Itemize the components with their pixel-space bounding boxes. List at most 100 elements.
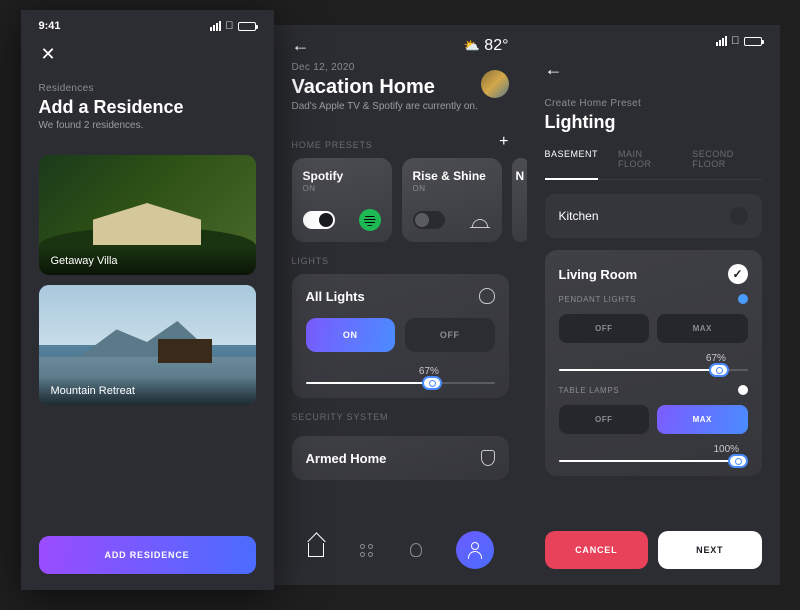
residence-label: Getaway Villa [39,247,256,275]
lights-card: All Lights ON OFF 67% [292,274,509,398]
nav-lights[interactable] [406,540,426,560]
status-icons: 􀙇 [716,35,761,47]
signal-icon [716,36,727,46]
slider-thumb[interactable] [728,454,748,468]
pendant-max-button[interactable]: MAX [657,314,748,343]
cancel-button[interactable]: CANCEL [545,531,649,569]
section-presets-label: HOME PRESETS [292,140,373,150]
lamps-off-button[interactable]: OFF [559,405,650,434]
lights-off-button[interactable]: OFF [405,318,495,352]
battery-icon [238,22,256,31]
next-button[interactable]: NEXT [658,531,762,569]
back-icon[interactable]: ← [545,59,762,80]
residence-card-2[interactable]: Mountain Retreat [39,285,256,405]
wifi-icon: 􀙇 [731,35,739,47]
color-dot-icon[interactable] [738,294,748,304]
toggle-rise-shine[interactable] [413,211,445,229]
subtitle: We found 2 residences. [39,120,256,131]
preset-row: Spotify ON Rise & Shine ON N [292,158,509,242]
lights-segment: ON OFF [306,318,495,352]
pendant-slider[interactable]: 67% [559,357,748,371]
section-lights-label: LIGHTS [292,256,509,266]
close-icon[interactable]: ✕ [39,44,256,65]
nav-user[interactable] [456,531,494,569]
status-bar: 9:41 􀙇 [21,10,274,38]
residence-label: Mountain Retreat [39,377,256,405]
preset-title: Spotify [303,169,381,183]
status-icons: 􀙇 [210,20,255,32]
spotify-icon [359,209,381,231]
date: Dec 12, 2020 [292,62,478,73]
lamps-max-button[interactable]: MAX [657,405,748,434]
avatar[interactable] [481,70,509,98]
header: ✕ Residences Add a Residence We found 2 … [21,38,274,145]
wifi-icon: 􀙇 [225,20,233,32]
content: Getaway Villa Mountain Retreat [21,145,274,536]
page-title: Vacation Home [292,76,478,99]
overline: Residences [39,83,256,94]
security-title: Armed Home [306,451,387,466]
overline: Create Home Preset [545,98,762,109]
subtitle: Dad's Apple TV & Spotify are currently o… [292,101,478,112]
section-security-label: SECURITY SYSTEM [292,412,509,422]
nav-home[interactable] [306,540,326,560]
preset-status: ON [413,184,491,193]
preset-status: ON [303,184,381,193]
preset-spotify[interactable]: Spotify ON [292,158,392,242]
preset-title: Rise & Shine [413,169,491,183]
preset-title: N [516,169,526,183]
temperature: 82° [484,37,508,54]
weather-icon: ⛅ [464,38,480,53]
color-dot-icon[interactable] [738,385,748,395]
room-toggle-icon [730,207,748,225]
shield-icon [481,450,495,466]
status-time: 9:41 [39,20,61,32]
residence-card-1[interactable]: Getaway Villa [39,155,256,275]
add-preset-icon[interactable]: + [499,133,508,151]
pendant-off-button[interactable]: OFF [559,314,650,343]
status-bar: 􀙇 [527,25,780,53]
tab-second-floor[interactable]: SECOND FLOOR [692,149,761,179]
page-title: Lighting [545,112,762,133]
slider-thumb[interactable] [422,376,442,390]
light-label: TABLE LAMPS [559,386,620,395]
slider-thumb[interactable] [709,363,729,377]
nav-grid[interactable] [356,540,376,560]
page-title: Add a Residence [39,97,256,118]
toggle-spotify[interactable] [303,211,335,229]
brightness-slider[interactable]: 67% [306,370,495,384]
floor-tabs: BASEMENT MAIN FLOOR SECOND FLOOR [545,149,762,180]
action-buttons: CANCEL NEXT [527,531,780,585]
bulb-icon [479,288,495,304]
lights-on-button[interactable]: ON [306,318,396,352]
add-residence-button[interactable]: ADD RESIDENCE [39,536,256,574]
screen-vacation-home: ← ⛅ 82° Dec 12, 2020 Vacation Home Dad's… [274,25,527,585]
screen-add-residence: 9:41 􀙇 ✕ Residences Add a Residence We f… [21,10,274,590]
header: ← Create Home Preset Lighting [527,53,780,149]
sunrise-icon [469,209,491,231]
bottom-nav [274,517,527,585]
room-kitchen[interactable]: Kitchen [545,194,762,238]
check-icon[interactable] [728,264,748,284]
room-living-room: Living Room PENDANT LIGHTS OFF MAX 67% [545,250,762,476]
screen-lighting: 􀙇 ← Create Home Preset Lighting BASEMENT… [527,25,780,585]
lamps-slider[interactable]: 100% [559,448,748,462]
tab-basement[interactable]: BASEMENT [545,149,599,179]
light-label: PENDANT LIGHTS [559,295,637,304]
weather: ⛅ 82° [464,37,509,55]
room-name: Living Room [559,267,638,282]
content: HOME PRESETS + Spotify ON Rise & Shine O… [274,126,527,517]
content: BASEMENT MAIN FLOOR SECOND FLOOR Kitchen… [527,149,780,531]
room-name: Kitchen [559,209,599,223]
header: Dec 12, 2020 Vacation Home Dad's Apple T… [274,56,527,126]
security-card[interactable]: Armed Home [292,436,509,480]
table-lamps-section: TABLE LAMPS OFF MAX 100% [559,385,748,462]
pendant-lights-section: PENDANT LIGHTS OFF MAX 67% [559,294,748,371]
preset-rise-shine[interactable]: Rise & Shine ON [402,158,502,242]
signal-icon [210,21,221,31]
tab-main-floor[interactable]: MAIN FLOOR [618,149,672,179]
preset-overflow[interactable]: N [512,158,527,242]
lights-title: All Lights [306,289,365,304]
back-icon[interactable]: ← [292,35,310,56]
top-bar: ← ⛅ 82° [274,25,527,56]
